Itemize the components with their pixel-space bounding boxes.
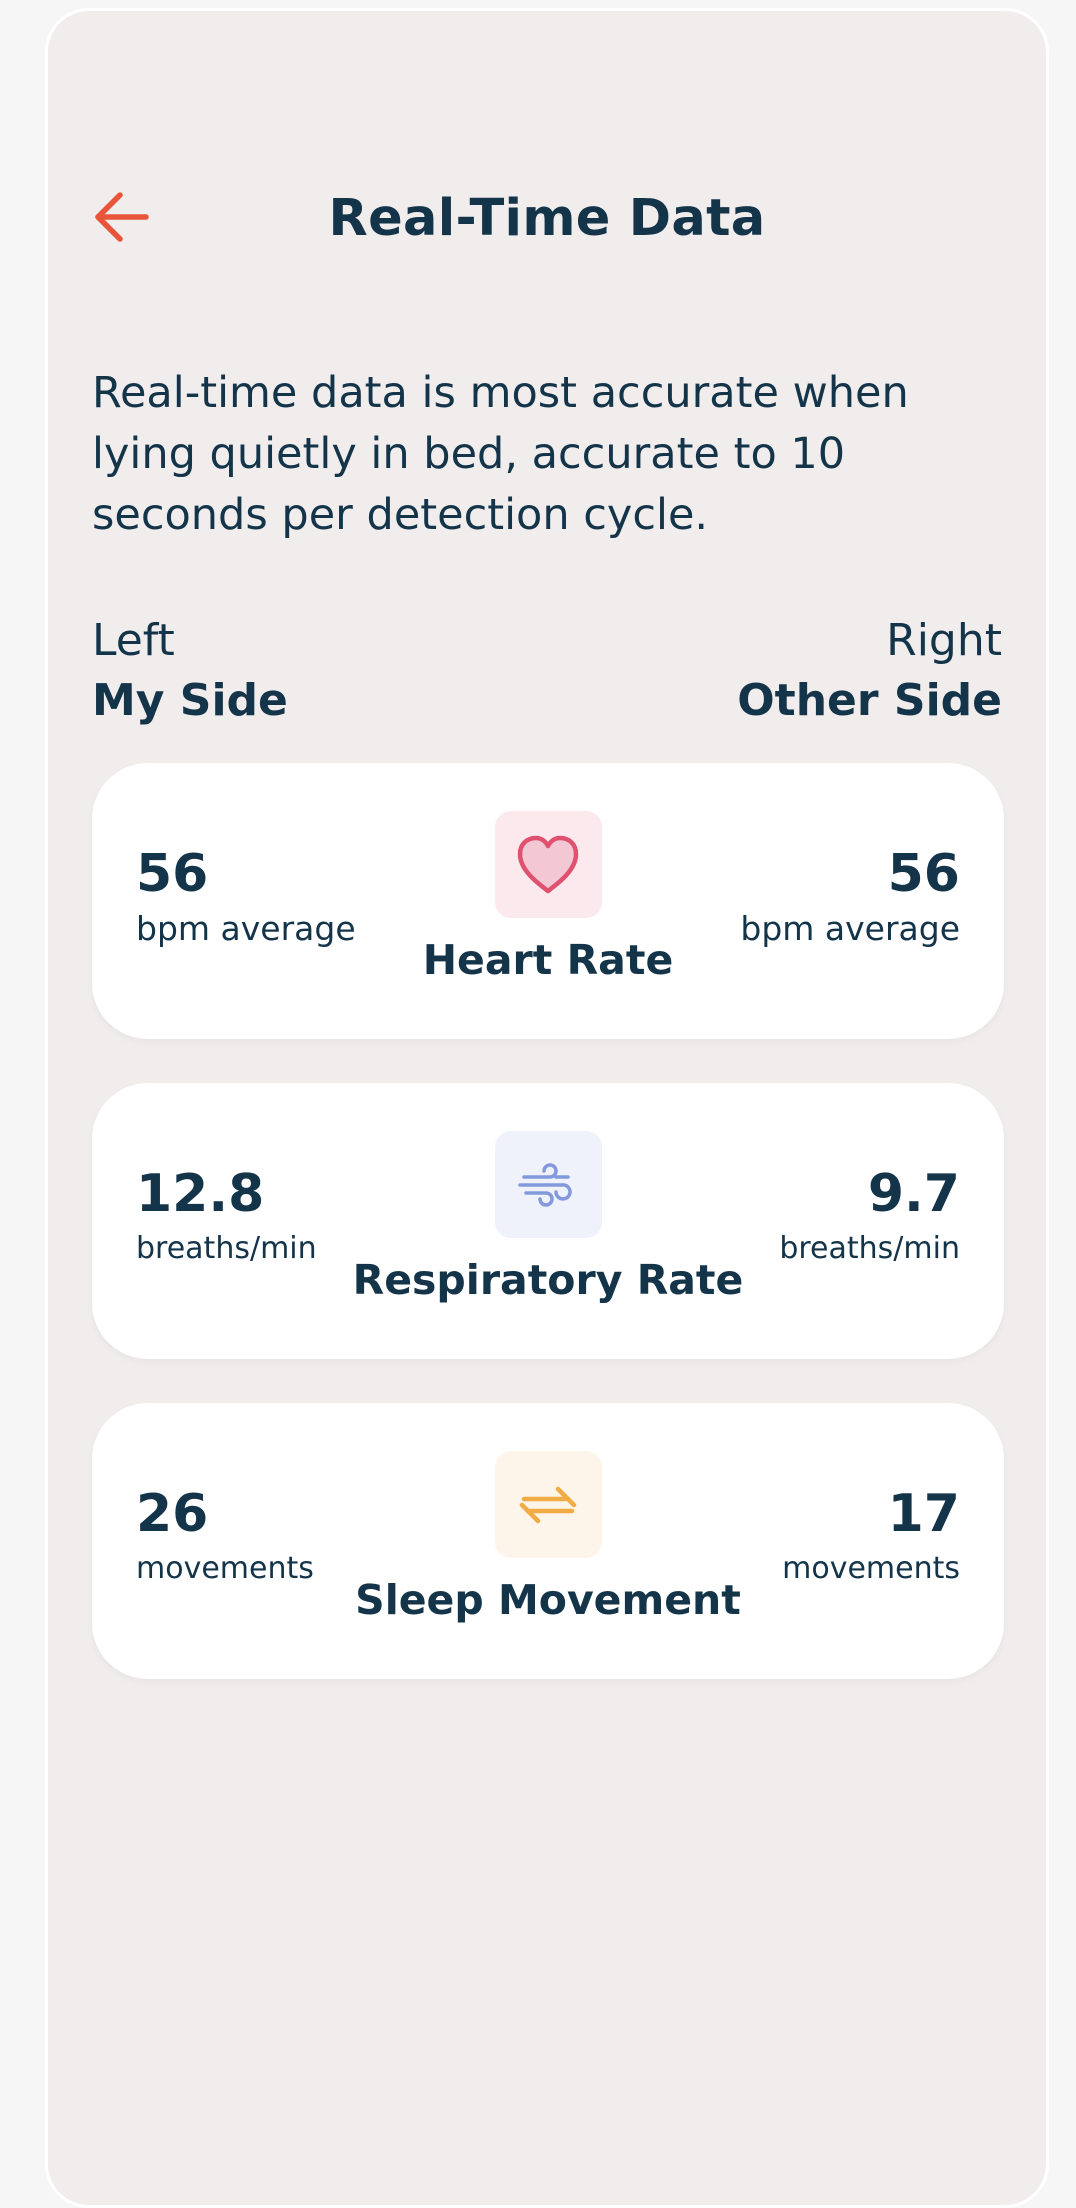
sleep-movement-card[interactable]: 26 movements Sleep Movement 17 movements [92,1403,1004,1679]
respiratory-rate-right-unit: breaths/min [779,1231,960,1266]
heart-icon [517,835,579,893]
respiratory-rate-right-value: 9.7 [867,1164,960,1224]
sleep-movement-right-metric: 17 movements [782,1483,960,1593]
heart-rate-right-metric: 56 bpm average [740,843,960,953]
left-side-position: Left [92,615,175,666]
sleep-movement-right-unit: movements [782,1551,960,1586]
page-title: Real-Time Data [328,189,766,248]
swap-arrows-icon [519,1486,577,1523]
description-text: Real-time data is most accurate when lyi… [92,368,909,540]
respiratory-rate-right-metric: 9.7 breaths/min [779,1163,960,1273]
heart-rate-card[interactable]: 56 bpm average Heart Rate 56 bpm average [92,763,1004,1039]
swap-arrows-icon-tile [494,1451,602,1558]
wind-icon [518,1162,572,1207]
sleep-movement-right-value: 17 [887,1484,960,1544]
heart-rate-right-value: 56 [887,844,960,904]
respiratory-rate-card[interactable]: 12.8 breaths/min Respiratory Rate 9.7 br… [92,1083,1004,1359]
app-screen: Real-Time Data Real-time data is most ac… [45,8,1049,2208]
right-side-label: Right Other Side [737,611,1002,731]
left-side-label: Left My Side [92,611,288,731]
right-side-position: Right [886,615,1002,666]
left-side-name: My Side [92,675,288,726]
heart-icon-tile [494,811,602,918]
wind-icon-tile [494,1131,602,1238]
right-side-name: Other Side [737,675,1002,726]
heart-rate-right-unit: bpm average [740,909,960,948]
